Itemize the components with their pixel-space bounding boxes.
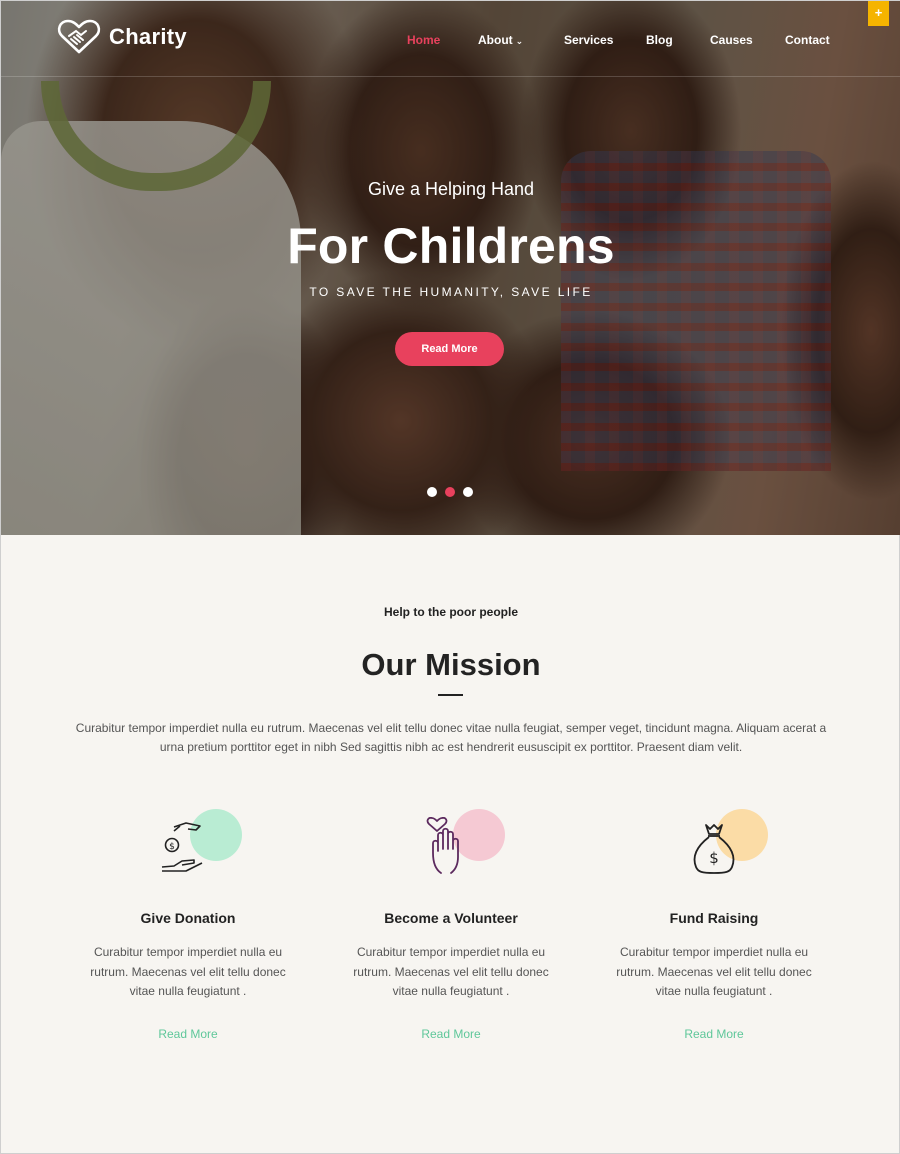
title-divider xyxy=(438,694,463,696)
nav-item-contact[interactable]: Contact xyxy=(785,33,830,47)
mission-card-fundraising: $ Fund Raising Curabitur tempor imperdie… xyxy=(604,807,824,1041)
hero-subtitle: Give a Helping Hand xyxy=(367,179,535,199)
mission-card-volunteer: Become a Volunteer Curabitur tempor impe… xyxy=(341,807,561,1041)
mission-card-donation: $ Give Donation Curabitur tempor imperdi… xyxy=(78,807,298,1041)
money-bag-icon: $ xyxy=(693,824,735,874)
nav-item-home[interactable]: Home xyxy=(407,33,440,47)
hero-slider: Charity Home About ⌄ Services Blog Causes… xyxy=(1,1,900,535)
svg-text:$: $ xyxy=(169,842,175,852)
card-title: Become a Volunteer xyxy=(384,910,518,926)
card-read-more-link[interactable]: Read More xyxy=(341,1027,561,1041)
hero-read-more-button[interactable]: Read More xyxy=(395,332,504,366)
card-read-more-link[interactable]: Read More xyxy=(78,1027,298,1041)
card-icon-wrap: $ xyxy=(604,807,824,877)
site-header: Charity Home About ⌄ Services Blog Causes… xyxy=(1,1,900,77)
nav-item-blog[interactable]: Blog xyxy=(646,33,673,47)
settings-toggle-button[interactable]: + xyxy=(868,1,889,26)
nav-item-causes[interactable]: Causes xyxy=(710,33,753,47)
card-icon-wrap xyxy=(341,807,561,877)
slider-dot[interactable] xyxy=(427,487,437,497)
mission-description: Curabitur tempor imperdiet nulla eu rutr… xyxy=(75,721,827,754)
donation-hand-coin-icon: $ xyxy=(161,822,203,872)
hero-title: For Childrens xyxy=(287,218,615,274)
main-nav: Home About ⌄ Services Blog Causes Contact xyxy=(1,33,900,49)
nav-item-label: About xyxy=(478,33,513,47)
card-icon-wrap: $ xyxy=(78,807,298,877)
mission-title: Our Mission xyxy=(361,647,541,682)
card-text: Curabitur tempor imperdiet nulla eu rutr… xyxy=(353,945,549,998)
volunteer-hand-heart-icon xyxy=(426,817,459,874)
mission-eyebrow: Help to the poor people xyxy=(384,605,518,619)
card-title: Fund Raising xyxy=(669,910,759,926)
slider-dot[interactable] xyxy=(463,487,473,497)
card-read-more-link[interactable]: Read More xyxy=(604,1027,824,1041)
card-text: Curabitur tempor imperdiet nulla eu rutr… xyxy=(90,945,286,998)
nav-item-about[interactable]: About ⌄ xyxy=(478,33,523,47)
card-title: Give Donation xyxy=(140,910,236,926)
slider-dots xyxy=(427,487,473,497)
slider-dot-active[interactable] xyxy=(445,487,455,497)
nav-item-services[interactable]: Services xyxy=(564,33,613,47)
chevron-down-icon: ⌄ xyxy=(515,36,524,46)
card-text: Curabitur tempor imperdiet nulla eu rutr… xyxy=(616,945,812,998)
hero-tagline: TO SAVE THE HUMANITY, SAVE LIFE xyxy=(309,285,593,299)
svg-text:$: $ xyxy=(709,849,719,867)
